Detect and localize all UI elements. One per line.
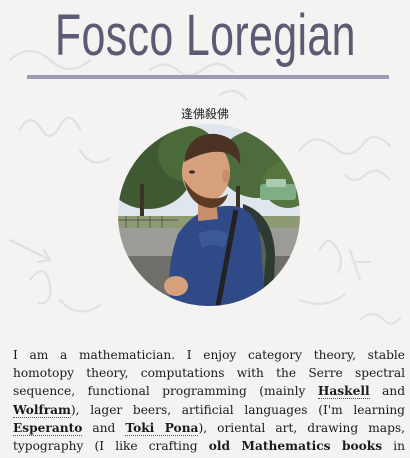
- bio-text: ), lager beers, artificial languages (I'…: [70, 402, 405, 417]
- title-underline: [27, 75, 389, 79]
- toki-pona-link[interactable]: Toki Pona: [125, 420, 199, 436]
- cjk-name: 逢佛殺佛: [180, 107, 229, 121]
- bio-text: and: [82, 420, 126, 435]
- avatar: [118, 124, 300, 306]
- haskell-link[interactable]: Haskell: [317, 384, 370, 400]
- wolfram-link[interactable]: Wolfram: [13, 402, 71, 418]
- old-math-books-emphasis: old Mathematics books: [208, 439, 383, 454]
- esperanto-link[interactable]: Esperanto: [13, 420, 83, 436]
- bio-text: and: [369, 384, 405, 399]
- site-title[interactable]: Fosco Loregian: [54, 0, 355, 72]
- bio-paragraph: I am a mathematician. I enjoy category t…: [13, 346, 405, 458]
- portrait-photo-icon: [118, 124, 300, 306]
